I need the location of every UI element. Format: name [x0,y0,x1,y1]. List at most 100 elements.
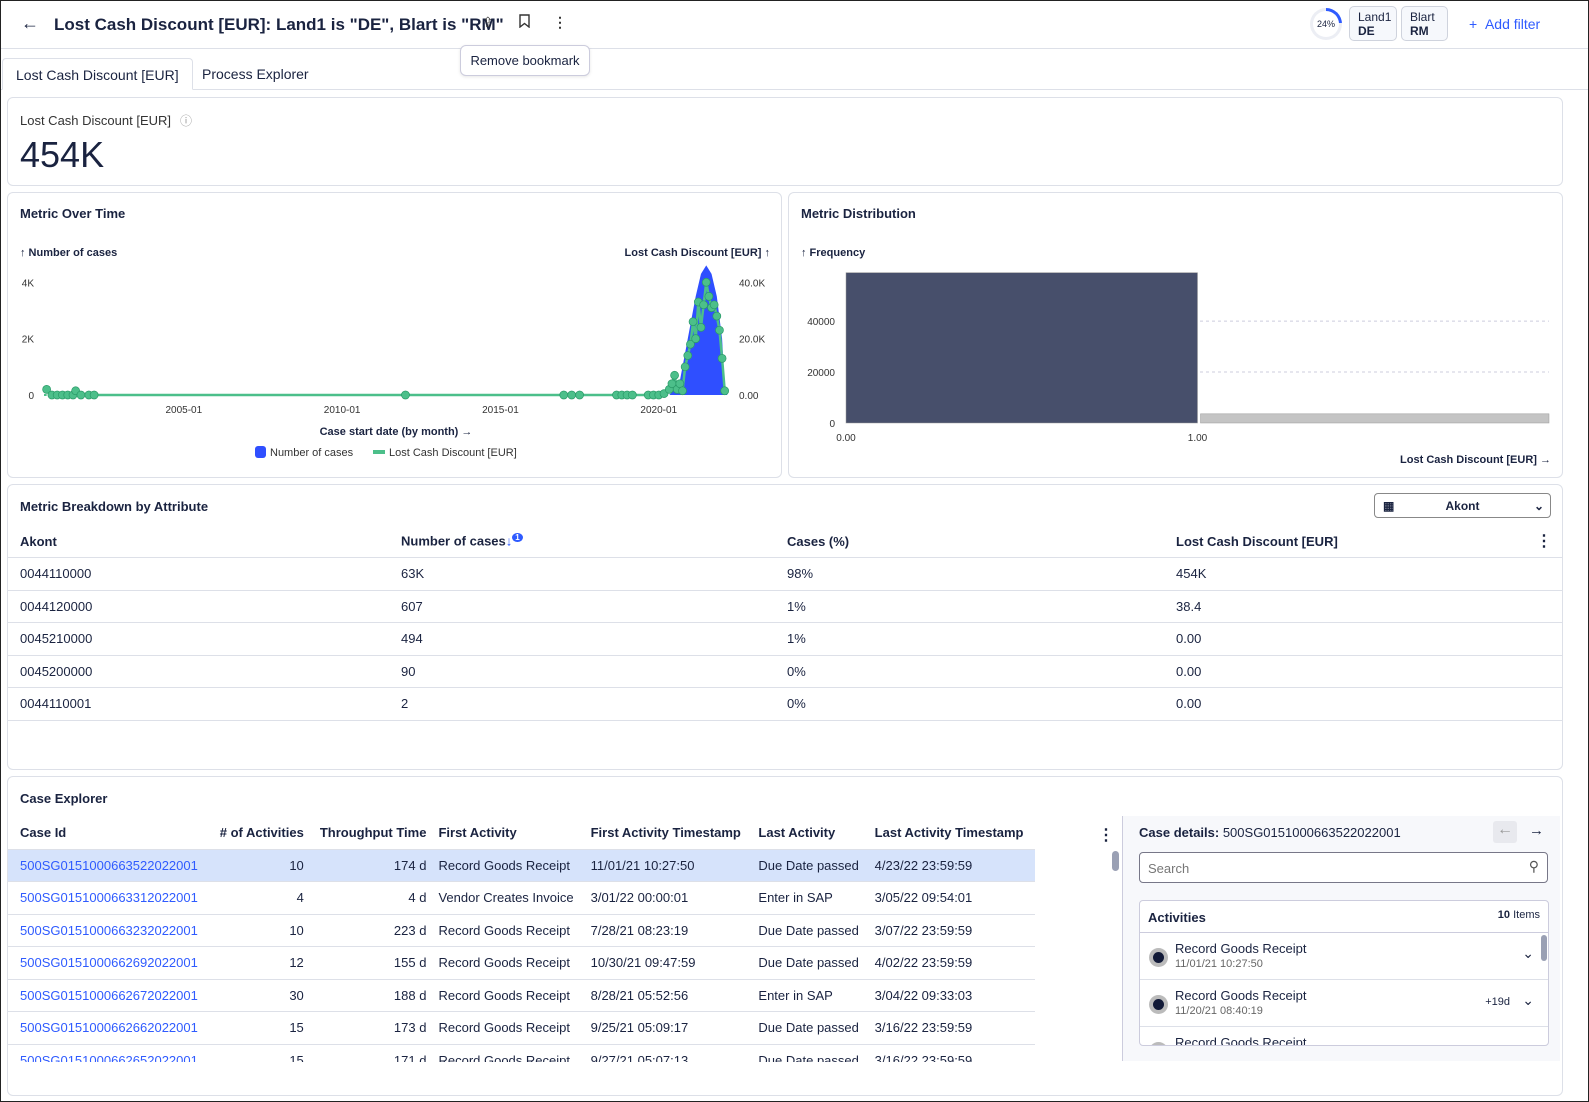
attribute-select-value: Akont [1445,498,1480,513]
column-header[interactable]: Akont [8,525,389,558]
table-cell: 63K [389,557,775,591]
column-header[interactable]: Number of cases↓ 1 [389,525,775,558]
activity-item[interactable]: Record Goods Receipt 11/20/21 08:40:19 +… [1140,980,1548,1027]
chevron-down-icon[interactable]: ⌄ [1522,992,1534,1009]
case-id-link[interactable]: 500SG0151000663312022001 [20,890,198,905]
y-tick-label: 0 [829,419,835,430]
back-arrow-icon[interactable]: ← [21,13,39,34]
case-details-label: Case details: [1139,825,1220,840]
table-row[interactable]: 500SG0151000662652022001 15 171 d Record Go… [8,1044,1035,1062]
discount-point [628,390,637,400]
table-cell: 4/23/22 23:59:59 [868,849,1035,882]
table-cell: 3/16/22 23:59:59 [868,1044,1035,1062]
case-search-input[interactable]: Search ⚲ [1139,852,1548,883]
bookmark-icon[interactable] [519,14,530,31]
chevron-down-icon: ⌄ [1533,498,1544,513]
activity-name: Record Goods Receipt [1175,988,1307,1003]
case-id-link[interactable]: 500SG0151000662662022001 [20,1020,198,1035]
discount-point [699,300,708,310]
kpi-value: 454K [20,134,105,175]
chevron-down-icon[interactable]: ⌄ [1522,945,1534,962]
filter-chip-blart[interactable]: Blart RM [1401,6,1448,41]
table-cell: 8/28/21 05:52:56 [584,979,753,1012]
activities-count-label: Items [1513,909,1540,921]
column-header[interactable]: Lost Cash Discount [EUR] [1164,525,1562,558]
table-cell: 2 [389,687,775,721]
case-id-link[interactable]: 500SG0151000662692022001 [20,955,198,970]
tab-process-explorer[interactable]: Process Explorer [189,58,322,90]
table-cell: 171 d [309,1044,433,1062]
activity-delta: +19d [1485,996,1510,1008]
scrollbar[interactable] [1112,851,1119,871]
chevron-down-icon[interactable]: ⌄ [1522,1039,1534,1045]
table-row[interactable]: 500SG0151000662692022001 12 155 d Record Go… [8,946,1035,980]
table-cell: 4/02/22 23:59:59 [868,946,1035,980]
kpi-card: Lost Cash Discount [EUR] ⓘ 454K [7,97,1563,186]
table-cell: 494 [389,622,775,656]
header: ← Lost Cash Discount [EUR]: Land1 is "DE… [1,1,1588,49]
column-header[interactable]: Last Activity Timestamp [868,817,1035,850]
attribute-select[interactable]: ▦ Akont ⌄ [1374,493,1551,518]
share-icon[interactable]: ⇪ [482,14,494,31]
table-cell: 90 [389,655,775,688]
previous-case-arrow-icon[interactable]: ← [1493,821,1517,843]
more-menu-icon[interactable]: ⋮ [553,14,567,31]
x-tick-label: 2015-01 [482,405,519,416]
x-tick-label: 2005-01 [165,405,202,416]
column-header[interactable]: Case Id [8,817,211,850]
table-row[interactable]: 0045200000 90 0% 0.00 [8,655,1562,688]
y-axis-label: ↑ Number of cases [20,247,117,259]
next-case-arrow-icon[interactable]: → [1529,822,1544,839]
table-cell: 500SG0151000663232022001 [8,914,211,947]
table-row[interactable]: 500SG0151000663312022001 4 4 d Vendor Creat… [8,881,1035,915]
table-row[interactable]: 0045210000 494 1% 0.00 [8,622,1562,656]
scrollbar[interactable] [1541,935,1547,961]
case-id-link[interactable]: 500SG0151000663232022001 [20,923,198,938]
case-id-link[interactable]: 500SG0151000662672022001 [20,988,198,1003]
tab-lost-cash-discount[interactable]: Lost Cash Discount [EUR] [2,58,193,90]
page-title: Lost Cash Discount [EUR]: Land1 is "DE",… [54,15,504,34]
table-cell: Due Date passed [752,914,869,947]
activity-item[interactable]: Record Goods Receipt ⌄ [1140,1027,1548,1045]
info-icon[interactable]: ⓘ [180,112,192,129]
table-cell: 0044120000 [8,590,389,623]
discount-point [76,390,86,400]
activities-list: Activities 10 Items Record Goods Receipt… [1139,900,1549,1046]
table-row[interactable]: 500SG0151000663232022001 10 223 d Record Go… [8,914,1035,947]
column-header[interactable]: Throughput Time [309,817,433,850]
case-id-link[interactable]: 500SG0151000662652022001 [20,1053,198,1062]
table-cell: 3/16/22 23:59:59 [868,1011,1035,1045]
table-cell: 174 d [309,849,433,882]
activity-dot-icon [1149,1042,1168,1045]
column-header[interactable]: Cases (%) [775,525,1164,558]
column-header[interactable]: Last Activity [752,817,869,850]
table-row[interactable]: 0044110001 2 0% 0.00 [8,687,1562,721]
discount-point [401,390,410,400]
table-cell: 0% [775,687,1164,721]
table-row[interactable]: 0044110000 63K 98% 454K [8,557,1562,591]
case-id-link[interactable]: 500SG0151000663522022001 [20,858,198,873]
y-tick-label: 4K [22,278,35,289]
card-title: Case Explorer [20,791,108,806]
x-tick-label: 2020-01 [640,405,677,416]
table-row[interactable]: 500SG0151000663522022001 10 174 d Record Go… [8,849,1035,882]
column-header[interactable]: First Activity Timestamp [584,817,753,850]
table-row[interactable]: 500SG0151000662672022001 30 188 d Record Go… [8,979,1035,1012]
table-cell: 11/01/21 10:27:50 [584,849,753,882]
discount-point [704,292,714,301]
activity-item[interactable]: Record Goods Receipt 11/01/21 10:27:50 ⌄ [1140,933,1548,980]
table-cell: Due Date passed [752,1044,869,1062]
column-menu-icon[interactable]: ⋮ [1098,825,1114,845]
filter-chip-land1[interactable]: Land1 DE [1349,6,1397,41]
discount-point [670,370,679,380]
column-header[interactable]: First Activity [432,817,585,850]
column-header[interactable]: # of Activities [210,817,310,850]
add-filter-button[interactable]: + Add filter [1469,16,1540,32]
table-cell: Record Goods Receipt [432,979,585,1012]
x-axis-label: Lost Cash Discount [EUR] → [1400,454,1551,466]
legend-swatch [373,450,385,454]
table-cell: 3/07/22 23:59:59 [868,914,1035,947]
table-row[interactable]: 500SG0151000662662022001 15 173 d Record Go… [8,1011,1035,1045]
table-row[interactable]: 0044120000 607 1% 38.4 [8,590,1562,623]
table-cell: 10 [210,914,310,947]
